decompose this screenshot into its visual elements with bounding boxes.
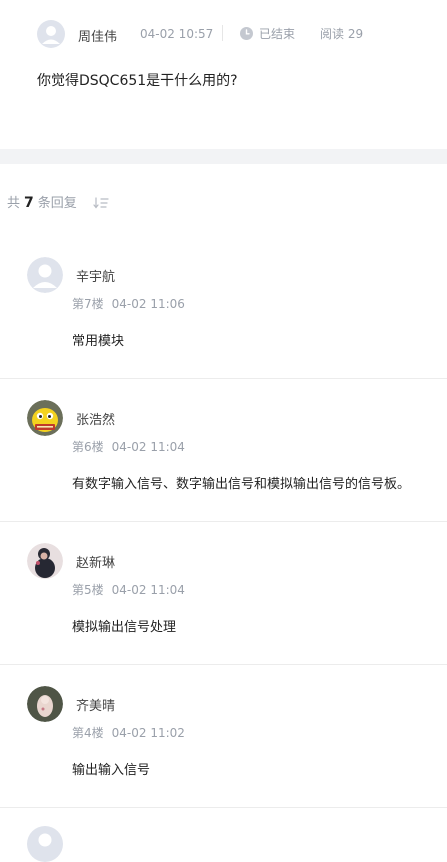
count-prefix: 共	[7, 196, 21, 211]
status-badge: 已结束	[240, 25, 295, 42]
clock-icon	[240, 27, 253, 40]
sort-icon[interactable]	[93, 197, 109, 213]
floor-number: 第4楼	[72, 726, 104, 740]
reply-item: 辛宇航 第7楼 04-02 11:06 常用模块	[0, 235, 447, 379]
section-gap	[0, 149, 447, 164]
reply-author[interactable]: 张浩然	[76, 409, 115, 428]
reply-item: 赵新琳 第5楼 04-02 11:04 模拟输出信号处理	[0, 521, 447, 665]
reply-author[interactable]: 辛宇航	[76, 266, 115, 285]
reply-time: 04-02 11:04	[111, 440, 185, 454]
reply-author[interactable]: 齐美晴	[76, 695, 115, 714]
reply-count: 7	[24, 195, 34, 211]
reply-item: 张浩然 第6楼 04-02 11:04 有数字输入信号、数字输出信号和模拟输出信号…	[0, 378, 447, 522]
post-author[interactable]: 周佳伟	[78, 26, 117, 45]
post-time: 04-02 10:57	[140, 27, 214, 41]
reply-meta: 第4楼 04-02 11:02	[72, 724, 185, 741]
reply-meta: 第5楼 04-02 11:04	[72, 581, 185, 598]
reply-time: 04-02 11:04	[111, 583, 185, 597]
avatar[interactable]	[27, 686, 63, 722]
avatar[interactable]	[27, 826, 63, 862]
read-count: 阅读 29	[320, 27, 364, 41]
reply-content: 模拟输出信号处理	[72, 620, 177, 635]
floor-number: 第5楼	[72, 583, 104, 597]
reply-author[interactable]: 赵新琳	[76, 552, 115, 571]
author-avatar[interactable]	[37, 20, 65, 48]
count-suffix: 条回复	[37, 196, 77, 211]
divider	[222, 25, 223, 41]
avatar[interactable]	[27, 257, 63, 293]
avatar[interactable]	[27, 400, 63, 436]
question-post: 周佳伟 04-02 10:57 已结束 阅读 29 你觉得DSQC651是干什么…	[0, 0, 447, 149]
reply-content: 输出输入信号	[72, 763, 151, 778]
reply-count-header: 共 7 条回复	[7, 192, 109, 211]
reply-meta: 第7楼 04-02 11:06	[72, 295, 185, 312]
floor-number: 第7楼	[72, 297, 104, 311]
reply-meta: 第6楼 04-02 11:04	[72, 438, 185, 455]
question-text: 你觉得DSQC651是干什么用的?	[37, 73, 238, 89]
floor-number: 第6楼	[72, 440, 104, 454]
reply-time: 04-02 11:02	[111, 726, 185, 740]
avatar[interactable]	[27, 543, 63, 579]
reply-time: 04-02 11:06	[111, 297, 185, 311]
reply-content: 有数字输入信号、数字输出信号和模拟输出信号的信号板。	[72, 477, 411, 492]
status-label: 已结束	[259, 27, 296, 41]
reply-item: 齐美晴 第4楼 04-02 11:02 输出输入信号	[0, 664, 447, 808]
reply-content: 常用模块	[72, 334, 125, 349]
